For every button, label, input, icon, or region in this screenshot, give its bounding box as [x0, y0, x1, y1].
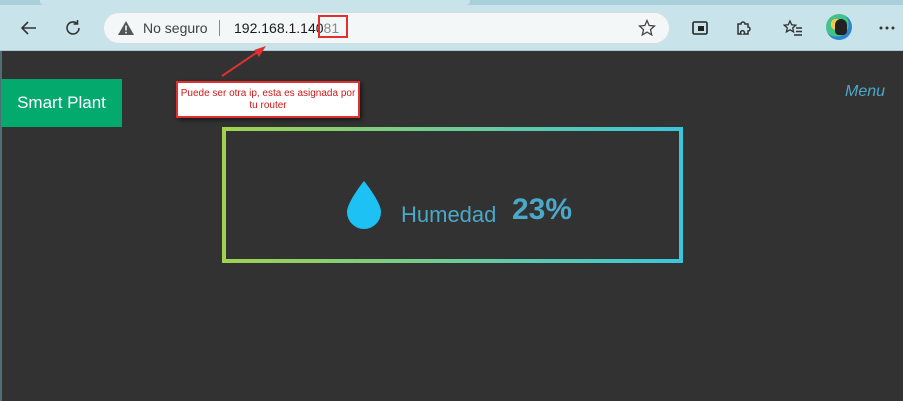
active-tab[interactable] [40, 0, 470, 5]
tab-strip [0, 0, 903, 5]
favorite-button[interactable] [637, 18, 657, 42]
picture-in-picture-icon [692, 21, 708, 35]
warning-icon [118, 21, 134, 35]
avatar[interactable] [826, 14, 852, 40]
refresh-icon [66, 20, 80, 35]
more-icon [879, 26, 895, 30]
favorites-icon [783, 19, 802, 36]
address-separator [219, 20, 220, 36]
site-info-button[interactable] [117, 20, 135, 36]
annotation-callout: Puede ser otra ip, esta es asignada por … [176, 81, 360, 118]
favorites-button[interactable] [777, 12, 809, 44]
port-highlight-box [318, 15, 348, 38]
url-host: 192.168.1.140 [234, 20, 324, 36]
picture-in-picture-button[interactable] [684, 12, 716, 44]
brand-button[interactable]: Smart Plant [1, 79, 122, 127]
refresh-button[interactable] [57, 12, 89, 44]
menu-link[interactable]: Menu [845, 83, 885, 101]
extensions-icon [737, 21, 751, 35]
more-button[interactable] [871, 12, 903, 44]
water-drop-icon [347, 181, 381, 229]
humidity-card: Humedad 23% [222, 127, 683, 263]
star-icon [637, 18, 657, 37]
back-button[interactable] [13, 12, 45, 44]
address-bar[interactable]: No seguro 192.168.1.14081 [103, 12, 670, 44]
humidity-value: 23% [512, 193, 573, 226]
extensions-button[interactable] [728, 12, 760, 44]
back-icon [20, 21, 36, 35]
humidity-label: Humedad [401, 202, 497, 227]
security-label: No seguro [143, 20, 208, 36]
avatar-face [835, 19, 847, 35]
browser-toolbar: No seguro 192.168.1.14081 [0, 0, 903, 51]
